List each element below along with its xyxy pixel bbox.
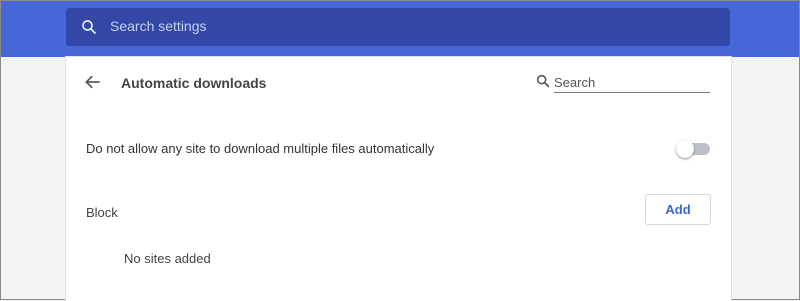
search-settings-box[interactable]: Search settings [66,8,730,46]
search-settings-placeholder[interactable]: Search settings [110,18,207,34]
top-bar: Search settings [1,1,799,57]
add-site-button[interactable]: Add [645,194,711,225]
search-icon [536,74,550,88]
site-search-input[interactable] [554,72,710,93]
page-title: Automatic downloads [121,75,267,91]
automatic-downloads-setting-label: Do not allow any site to download multip… [86,141,435,156]
block-section-label: Block [86,205,118,220]
search-icon [82,20,96,34]
arrow-left-icon[interactable] [83,72,103,92]
toggle-knob [676,140,694,158]
automatic-downloads-toggle[interactable] [676,140,710,158]
empty-list-message: No sites added [124,251,211,266]
